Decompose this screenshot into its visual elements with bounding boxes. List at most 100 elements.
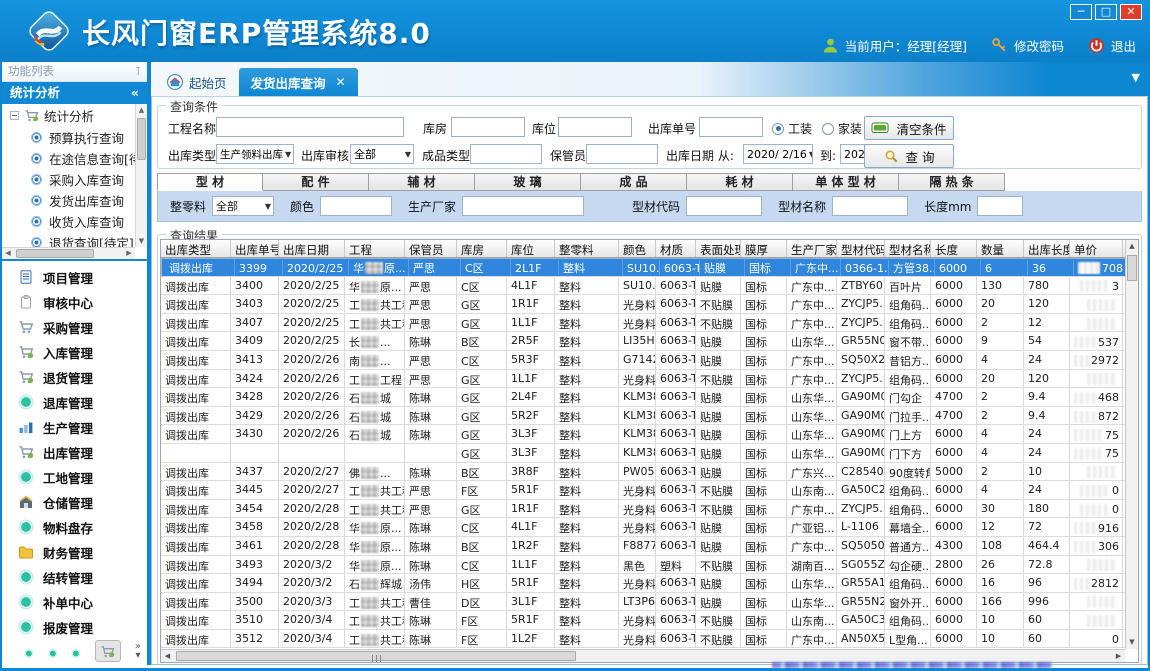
table-row[interactable]: 调拨出库35102020/3/4工共工程陈琳F区5R1F整料光身料6063-T5… [161, 611, 1138, 630]
minimize-button[interactable]: ─ [1070, 4, 1092, 20]
column-header-price[interactable]: 单价 [1070, 240, 1123, 257]
sidebar-item-结转管理[interactable]: 结转管理 [2, 565, 147, 590]
column-header-wh[interactable]: 库房 [457, 240, 507, 257]
scroll-left-icon[interactable]: ◀ [161, 650, 174, 662]
scroll-thumb[interactable] [137, 118, 146, 160]
column-header-loc[interactable]: 库位 [507, 240, 555, 257]
column-header-outlen[interactable]: 出库长度 [1024, 240, 1070, 257]
tab-home[interactable]: 起始页 [155, 68, 239, 96]
logout-link[interactable]: 退出 [1111, 36, 1136, 55]
tree-item[interactable]: 收货入库查询 [2, 211, 135, 232]
out-type-select[interactable]: 生产领料出库▼ [216, 144, 294, 164]
tree-item[interactable]: 发货出库查询 [2, 190, 135, 211]
sidebar-item-报废管理[interactable]: 报废管理 [2, 615, 147, 640]
tree-item[interactable]: 预算执行查询 [2, 127, 135, 148]
table-row[interactable]: 调拨出库34612020/2/28华原...陈琳B区1R2F整料F8877FT6… [161, 537, 1138, 556]
product-type-input[interactable] [470, 144, 542, 164]
scroll-right-icon[interactable]: ▶ [1112, 650, 1125, 662]
scroll-up-icon[interactable]: ▲ [1126, 240, 1138, 253]
collapsed-module-icon[interactable] [48, 645, 58, 658]
column-header-proj[interactable]: 工程 [345, 240, 405, 257]
project-name-input[interactable] [216, 117, 404, 137]
table-vertical-scrollbar[interactable]: ▲ ▼ [1125, 240, 1138, 649]
audit-select[interactable]: 全部▼ [350, 144, 414, 164]
column-header-date[interactable]: 出库日期 [279, 240, 345, 257]
column-header-qty[interactable]: 数量 [977, 240, 1024, 257]
clear-conditions-button[interactable]: 清空条件 [864, 116, 954, 140]
material-tab[interactable]: 隔 热 条 [899, 173, 1005, 191]
material-tab[interactable]: 单 体 型 材 [793, 173, 899, 191]
sidebar-item-补单中心[interactable]: 补单中心 [2, 590, 147, 615]
tree-horizontal-scrollbar[interactable]: ◀ ▶ [2, 247, 135, 259]
radio-industrial[interactable]: 工装 [772, 120, 812, 137]
tree-vertical-scrollbar[interactable]: ▲ ▼ [135, 104, 147, 247]
sidebar-item-物料盘存[interactable]: 物料盘存 [2, 515, 147, 540]
column-header-maker[interactable]: 生产厂家 [787, 240, 837, 257]
table-row[interactable]: 调拨出库34542020/2/28工共工程严思G区1R1F整料光身料6063-T… [161, 500, 1138, 519]
profile-name-input[interactable] [832, 196, 908, 216]
whole-part-select[interactable]: 全部▼ [212, 196, 274, 216]
table-row[interactable]: 调拨出库34002020/2/25华原...严思C区4L1F整料SU10...6… [161, 277, 1138, 296]
sidebar-item-入库管理[interactable]: 入库管理 [2, 340, 147, 365]
sidebar-item-采购管理[interactable]: 采购管理 [2, 315, 147, 340]
material-tab[interactable]: 成 品 [581, 173, 687, 191]
scroll-thumb[interactable] [176, 651, 576, 661]
material-tab[interactable]: 配 件 [263, 173, 369, 191]
table-row[interactable]: 调拨出库34942020/3/2石辉城汤伟H区5R1F整料光身料6063-T5贴… [161, 574, 1138, 593]
profile-code-input[interactable] [686, 196, 762, 216]
table-row[interactable]: 调拨出库34072020/2/25工共工程严思G区1L1F整料光身料6063-T… [161, 314, 1138, 333]
tree-item[interactable]: 采购入库查询 [2, 169, 135, 190]
table-row[interactable]: 调拨出库34582020/2/28华原...陈琳C区4L1F整料光身料6063-… [161, 518, 1138, 537]
scroll-thumb[interactable] [16, 249, 94, 258]
length-input[interactable] [977, 196, 1023, 216]
collapsed-cart-module-button[interactable] [95, 640, 121, 662]
table-row[interactable]: 调拨出库34282020/2/26石城陈琳G区2L4F整料KLM38176063… [161, 388, 1138, 407]
scroll-down-icon[interactable]: ▼ [1126, 636, 1138, 649]
search-button[interactable]: 查 询 [864, 144, 954, 168]
table-row[interactable]: 调拨出库34292020/2/26石城陈琳G区5R2F整料KLM38176063… [161, 407, 1138, 426]
tree-root-statistics[interactable]: 统计分析 [2, 104, 135, 127]
material-tab[interactable]: 辅 材 [369, 173, 475, 191]
column-header-color[interactable]: 颜色 [619, 240, 656, 257]
table-row[interactable]: 调拨出库34372020/2/27佛...陈琳B区3R8F整料PW056063-… [161, 463, 1138, 482]
close-button[interactable]: ✕ [1120, 4, 1142, 20]
material-tab[interactable]: 耗 材 [687, 173, 793, 191]
sidebar-item-工地管理[interactable]: 工地管理 [2, 465, 147, 490]
tree-item[interactable]: 在途信息查询[待 [2, 148, 135, 169]
keeper-input[interactable] [586, 144, 658, 164]
collapse-icon[interactable]: « [131, 82, 139, 104]
scroll-up-icon[interactable]: ▲ [136, 104, 147, 116]
table-row[interactable]: 调拨出库34932020/3/2华原...陈琳C区1L1F整料黑色塑料不贴膜国标… [161, 556, 1138, 575]
material-tab[interactable]: 玻 璃 [475, 173, 581, 191]
column-header-keeper[interactable]: 保管员 [405, 240, 457, 257]
sidebar-item-出库管理[interactable]: 出库管理 [2, 440, 147, 465]
column-header-mat[interactable]: 材质 [656, 240, 696, 257]
order-no-input[interactable] [699, 117, 763, 137]
sidebar-item-退货管理[interactable]: 退货管理 [2, 365, 147, 390]
table-horizontal-scrollbar[interactable]: ◀ ▶ [161, 649, 1125, 662]
table-row[interactable]: 调拨出库34092020/2/25长...陈琳B区2R5F整料LI35HD606… [161, 332, 1138, 351]
color-input[interactable] [320, 196, 392, 216]
maximize-button[interactable]: □ [1095, 4, 1117, 20]
sidebar-item-生产管理[interactable]: 生产管理 [2, 415, 147, 440]
collapsed-module-icon[interactable] [24, 645, 34, 658]
column-header-surf[interactable]: 表面处理 [696, 240, 741, 257]
sidebar-item-项目管理[interactable]: 项目管理 [2, 265, 147, 290]
radio-home-decor[interactable]: 家装 [822, 120, 862, 137]
column-header-whole[interactable]: 整零料 [555, 240, 619, 257]
sidebar-item-财务管理[interactable]: 财务管理 [2, 540, 147, 565]
table-row[interactable]: 调拨出库34452020/2/27工共工程严思F区5R1F整料光身料6063-T… [161, 481, 1138, 500]
location-input[interactable] [558, 117, 632, 137]
table-row[interactable]: 调拨出库34302020/2/26石城陈琳G区3L3F整料KLM38176063… [161, 425, 1138, 444]
column-header-len[interactable]: 长度 [931, 240, 977, 257]
sidebar-item-审核中心[interactable]: 审核中心 [2, 290, 147, 315]
tree-item[interactable]: 退货查询[待定] [2, 232, 135, 247]
material-tab[interactable]: 型 材 [157, 173, 263, 191]
column-header-type[interactable]: 出库类型 [161, 240, 231, 257]
warehouse-input[interactable] [451, 117, 525, 137]
change-password-link[interactable]: 修改密码 [1014, 36, 1064, 55]
scroll-thumb[interactable] [1127, 255, 1137, 281]
scroll-left-icon[interactable]: ◀ [2, 248, 14, 259]
table-row[interactable]: 调拨出库34132020/2/26南...严思C区5R3F整料G71422606… [161, 351, 1138, 370]
table-row[interactable]: G区3L3F整料KLM38176063-T5贴膜国标山东华...GA90M09.… [161, 444, 1138, 463]
